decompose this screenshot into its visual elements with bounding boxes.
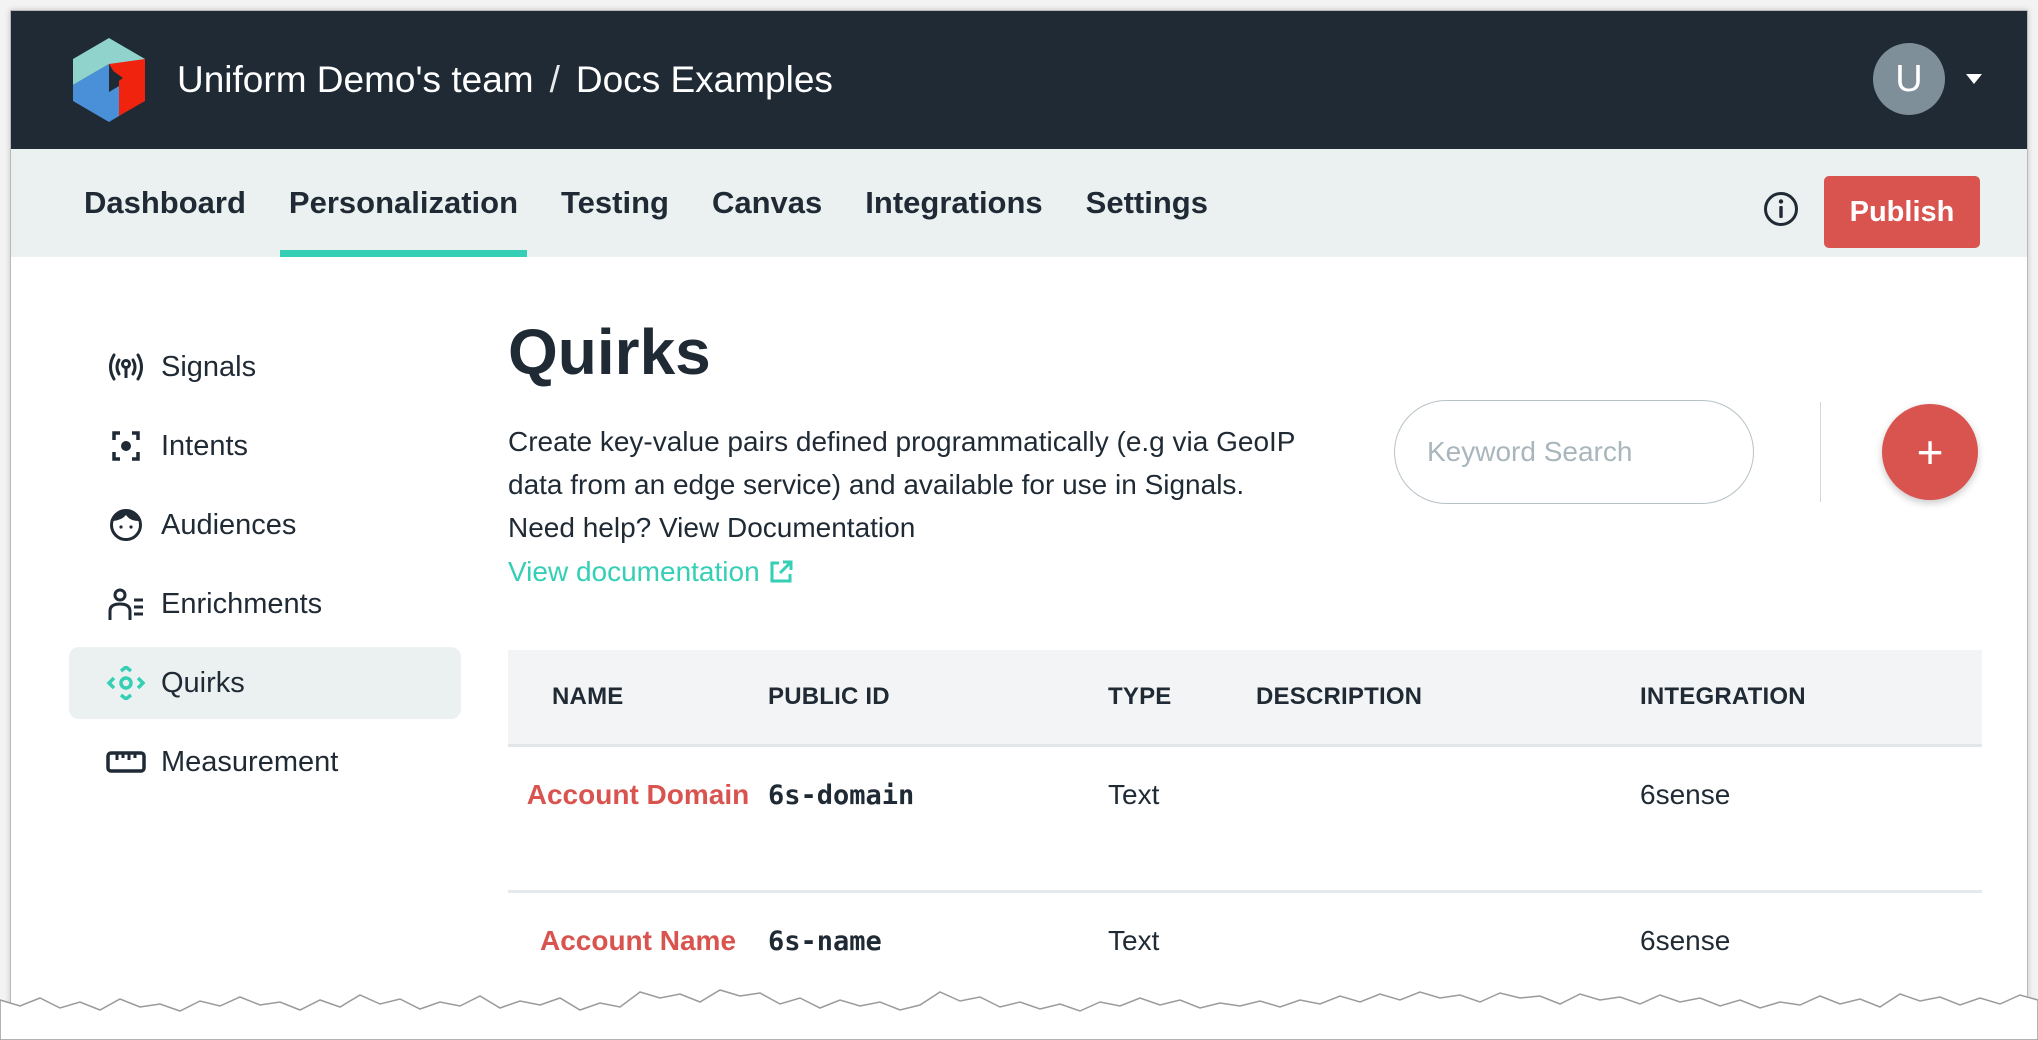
quirk-type: Text (1108, 779, 1160, 810)
caret-down-icon[interactable] (1966, 74, 1982, 84)
focus-target-icon (105, 428, 147, 464)
user-avatar[interactable]: U (1873, 43, 1945, 115)
sidebar-item-audiences[interactable]: Audiences (69, 489, 461, 561)
sidebar-item-measurement[interactable]: Measurement (69, 726, 461, 798)
publish-button[interactable]: Publish (1824, 176, 1980, 248)
tab-dashboard[interactable]: Dashboard (75, 149, 255, 257)
column-header-description[interactable]: DESCRIPTION (1256, 683, 1640, 711)
quirks-arrows-icon (105, 665, 147, 701)
face-icon (105, 507, 147, 543)
column-header-type[interactable]: TYPE (1108, 683, 1256, 711)
app-window: Uniform Demo's team / Docs Examples U Da… (10, 10, 2028, 1040)
sidebar-item-label: Quirks (161, 666, 245, 699)
tab-canvas[interactable]: Canvas (703, 149, 831, 257)
sidebar-item-intents[interactable]: Intents (69, 410, 461, 482)
keyword-search (1394, 400, 1788, 504)
table-row[interactable]: Account Domain 6s-domain Text 6sense (508, 747, 1982, 893)
sidebar-item-quirks[interactable]: Quirks (69, 647, 461, 719)
doc-link-label: View documentation (508, 556, 760, 587)
breadcrumb-separator: / (549, 59, 560, 100)
quirk-public-id: 6s-domain (768, 780, 915, 811)
breadcrumb-project[interactable]: Docs Examples (576, 59, 833, 101)
tab-settings[interactable]: Settings (1077, 149, 1217, 257)
uniform-logo-icon[interactable] (73, 38, 145, 122)
column-header-integration[interactable]: INTEGRATION (1640, 683, 1940, 711)
toolbar-divider (1820, 402, 1821, 502)
table-header: NAME PUBLIC ID TYPE DESCRIPTION INTEGRAT… (508, 650, 1982, 747)
sidebar-item-label: Measurement (161, 745, 339, 778)
page-title: Quirks (508, 316, 711, 388)
quirk-integration: 6sense (1640, 779, 1731, 810)
sidebar-item-label: Intents (161, 429, 249, 462)
signal-broadcast-icon (105, 349, 147, 385)
page-description: Create key-value pairs defined programma… (508, 426, 1295, 543)
nav-bar: Dashboard Personalization Testing Canvas… (11, 149, 2027, 257)
nav-tabs: Dashboard Personalization Testing Canvas… (75, 149, 1242, 257)
quirk-name-link[interactable]: Account Domain (508, 773, 768, 816)
quirk-public-id: 6s-name (768, 926, 882, 957)
quirk-type: Text (1108, 925, 1160, 956)
add-quirk-button[interactable]: + (1882, 404, 1978, 500)
tab-testing[interactable]: Testing (552, 149, 678, 257)
quirk-integration: 6sense (1640, 925, 1731, 956)
sidebar-item-label: Signals (161, 350, 257, 383)
tab-personalization[interactable]: Personalization (279, 149, 528, 257)
column-header-name[interactable]: NAME (508, 683, 768, 711)
view-documentation-link[interactable]: View documentation (508, 550, 794, 593)
breadcrumb-team[interactable]: Uniform Demo's team (177, 59, 534, 101)
column-header-public-id[interactable]: PUBLIC ID (768, 683, 1108, 711)
breadcrumb: Uniform Demo's team / Docs Examples (177, 11, 833, 149)
info-icon[interactable] (1763, 191, 1799, 227)
torn-edge-decoration (0, 989, 2038, 1040)
quirk-name-link[interactable]: Account Name (508, 919, 768, 962)
top-bar: Uniform Demo's team / Docs Examples U (11, 11, 2027, 149)
sidebar-item-label: Audiences (161, 508, 297, 541)
sidebar-item-enrichments[interactable]: Enrichments (69, 568, 461, 640)
external-link-icon (770, 560, 793, 582)
user-list-icon (105, 586, 147, 622)
sidebar-item-signals[interactable]: Signals (69, 331, 461, 403)
sidebar-item-label: Enrichments (161, 587, 323, 620)
search-input[interactable] (1427, 436, 1788, 468)
tab-integrations[interactable]: Integrations (856, 149, 1051, 257)
ruler-icon (105, 744, 147, 780)
sidebar: Signals Intents Audiences Enrichments Qu… (69, 331, 461, 805)
